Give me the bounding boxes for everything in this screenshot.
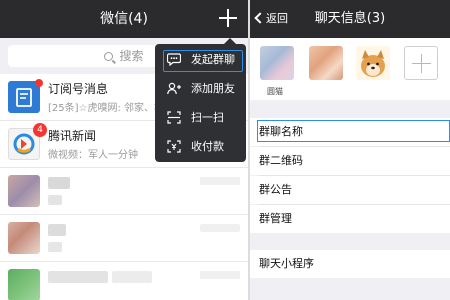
blurred-time bbox=[200, 177, 240, 185]
menu-item-label: 发起群聊 bbox=[191, 53, 235, 66]
unread-dot bbox=[35, 79, 43, 87]
search-icon bbox=[104, 52, 114, 61]
chat-list-header: 微信(4) bbox=[0, 0, 248, 38]
menu-item-start-group-chat[interactable]: 发起群聊 bbox=[155, 45, 246, 74]
member-avatar[interactable] bbox=[309, 46, 343, 80]
conversation-title: 订阅号消息 bbox=[48, 82, 109, 96]
chat-info-title: 聊天信息(3) bbox=[314, 11, 386, 26]
conversation-title: 腾讯新闻 bbox=[48, 129, 97, 143]
setting-group-qr-code[interactable]: 群二维码 bbox=[250, 147, 450, 175]
menu-item-scan[interactable]: 扫一扫 bbox=[155, 103, 246, 132]
blurred-time bbox=[200, 271, 240, 279]
member-avatar[interactable] bbox=[356, 46, 390, 80]
menu-item-payment[interactable]: 收付款 bbox=[155, 132, 246, 161]
setting-group-management[interactable]: 群管理 bbox=[250, 205, 450, 233]
member-name: 圆猫 bbox=[267, 87, 283, 96]
setting-label: 群公告 bbox=[259, 183, 292, 196]
conversation-preview: [25条]☆虎嗅网: 邻家、根 bbox=[48, 103, 165, 114]
unread-badge: 4 bbox=[33, 123, 47, 137]
plus-dropdown-menu: 发起群聊 添加朋友 扫一扫 收付款 bbox=[155, 38, 246, 162]
member-avatar[interactable] bbox=[260, 46, 294, 80]
setting-group-notice[interactable]: 群公告 bbox=[250, 176, 450, 204]
menu-item-label: 扫一扫 bbox=[191, 111, 224, 124]
setting-label: 聊天小程序 bbox=[259, 257, 314, 270]
plus-icon[interactable] bbox=[218, 8, 238, 28]
blurred-avatar bbox=[8, 269, 40, 300]
setting-label: 群二维码 bbox=[259, 154, 303, 167]
add-friend-icon bbox=[167, 82, 181, 95]
blurred-name bbox=[48, 177, 70, 189]
add-member-button[interactable] bbox=[404, 46, 438, 80]
conversation-row-blurred[interactable] bbox=[0, 169, 248, 215]
blurred-name-extra bbox=[112, 271, 152, 283]
payment-icon bbox=[167, 140, 181, 153]
chat-bubble-icon bbox=[167, 53, 181, 66]
conversation-row-blurred[interactable] bbox=[0, 216, 248, 262]
member-grid: 圆猫 bbox=[250, 38, 450, 100]
conversation-preview: 微视频：军人一分钟 bbox=[48, 150, 138, 161]
search-placeholder: 搜索 bbox=[119, 49, 144, 63]
blurred-time bbox=[200, 224, 240, 232]
app-title: 微信(4) bbox=[100, 11, 148, 27]
selection-highlight bbox=[257, 120, 450, 142]
menu-item-label: 收付款 bbox=[191, 140, 224, 153]
setting-group-name[interactable]: 群聊名称 bbox=[250, 118, 450, 146]
menu-item-label: 添加朋友 bbox=[191, 82, 235, 95]
chat-info-header: 返回 聊天信息(3) bbox=[250, 0, 450, 38]
scan-icon bbox=[167, 111, 181, 124]
blurred-avatar bbox=[8, 222, 40, 254]
chat-info-panel: 返回 聊天信息(3) 圆猫 群聊名称 群二维码 群公告 群管理 聊天小程序 bbox=[250, 0, 450, 300]
menu-item-add-friend[interactable]: 添加朋友 bbox=[155, 74, 246, 103]
blurred-name bbox=[48, 224, 66, 236]
dog-icon bbox=[361, 50, 385, 77]
blurred-name bbox=[48, 271, 108, 283]
conversation-row-blurred[interactable] bbox=[0, 263, 248, 300]
blurred-avatar bbox=[8, 175, 40, 207]
chat-list-panel: 微信(4) 搜索 订阅号消息 [25条]☆虎嗅网: 邻家、根 4 腾讯新闻 微视… bbox=[0, 0, 248, 300]
setting-mini-programs[interactable]: 聊天小程序 bbox=[250, 250, 450, 278]
blurred-preview bbox=[48, 242, 62, 252]
blurred-preview bbox=[48, 195, 62, 205]
setting-label: 群管理 bbox=[259, 212, 292, 225]
